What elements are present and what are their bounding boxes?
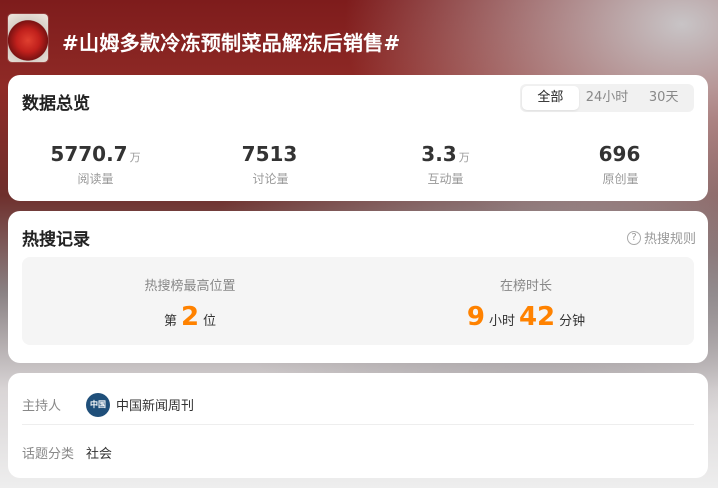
stats-row: 5770.7 万 阅读量 7513 讨论量 3.3 万 互动量 696 原创量 xyxy=(8,141,708,187)
category-label: 话题分类 xyxy=(22,446,75,462)
hot-search-rules-link[interactable]: ? 热搜规则 xyxy=(626,228,696,247)
topic-info-card: 主持人 中国 中国新闻周刊 话题分类 社会 xyxy=(8,373,708,478)
peak-value: 2 xyxy=(180,302,200,332)
hot-search-card: 热搜记录 ? 热搜规则 热搜榜最高位置 第 2 位 在榜时长 9 小时 42 分… xyxy=(8,211,708,363)
topic-thumbnail xyxy=(8,14,48,62)
stat-reads-label: 阅读量 xyxy=(77,172,114,186)
hot-search-title: 热搜记录 xyxy=(22,230,90,250)
overview-title: 数据总览 xyxy=(22,94,90,114)
peak-position: 热搜榜最高位置 第 2 位 xyxy=(22,257,358,345)
stat-discussions-value: 7513 xyxy=(241,142,298,166)
stat-discussions: 7513 讨论量 xyxy=(183,141,358,187)
stat-interactions-unit: 万 xyxy=(458,151,470,164)
host-name[interactable]: 中国新闻周刊 xyxy=(116,395,194,414)
stat-interactions-value: 3.3 xyxy=(421,142,457,166)
host-avatar[interactable]: 中国 xyxy=(86,392,110,417)
tab-30d[interactable]: 30天 xyxy=(635,86,692,110)
stat-reads-unit: 万 xyxy=(129,151,141,164)
tab-24h[interactable]: 24小时 xyxy=(579,86,636,110)
time-range-tabs: 全部 24小时 30天 xyxy=(520,84,694,112)
time-on-list-label: 在榜时长 xyxy=(499,279,552,294)
tab-all[interactable]: 全部 xyxy=(522,86,579,110)
stat-discussions-label: 讨论量 xyxy=(252,172,289,186)
host-label: 主持人 xyxy=(22,399,62,414)
stat-interactions: 3.3 万 互动量 xyxy=(358,141,533,187)
time-on-list: 在榜时长 9 小时 42 分钟 xyxy=(358,257,694,345)
category-value: 社会 xyxy=(86,446,113,462)
host-row: 主持人 中国 中国新闻周刊 xyxy=(22,385,694,425)
duration-minutes: 42 xyxy=(518,302,556,332)
peak-suffix: 位 xyxy=(203,314,217,329)
topic-title: #山姆多款冷冻预制菜品解冻后销售# xyxy=(62,31,401,55)
overview-card: 数据总览 全部 24小时 30天 5770.7 万 阅读量 7513 讨论量 3.… xyxy=(8,75,708,201)
hot-search-stats: 热搜榜最高位置 第 2 位 在榜时长 9 小时 42 分钟 xyxy=(22,257,694,345)
duration-hours-unit: 小时 xyxy=(488,314,515,329)
peak-prefix: 第 xyxy=(163,314,177,329)
topic-header: #山姆多款冷冻预制菜品解冻后销售# xyxy=(0,0,718,75)
duration-minutes-unit: 分钟 xyxy=(559,314,586,329)
category-row: 话题分类 社会 xyxy=(22,433,694,471)
question-icon: ? xyxy=(626,230,641,245)
stat-originals-value: 696 xyxy=(598,142,641,166)
hot-search-rules-label: 热搜规则 xyxy=(643,232,696,247)
peak-position-label: 热搜榜最高位置 xyxy=(144,279,236,294)
stat-reads-value: 5770.7 xyxy=(50,142,128,166)
stat-reads: 5770.7 万 阅读量 xyxy=(8,141,183,187)
stat-interactions-label: 互动量 xyxy=(427,172,464,186)
duration-hours: 9 xyxy=(466,302,485,332)
stat-originals-label: 原创量 xyxy=(602,172,639,186)
stat-originals: 696 原创量 xyxy=(533,141,708,187)
